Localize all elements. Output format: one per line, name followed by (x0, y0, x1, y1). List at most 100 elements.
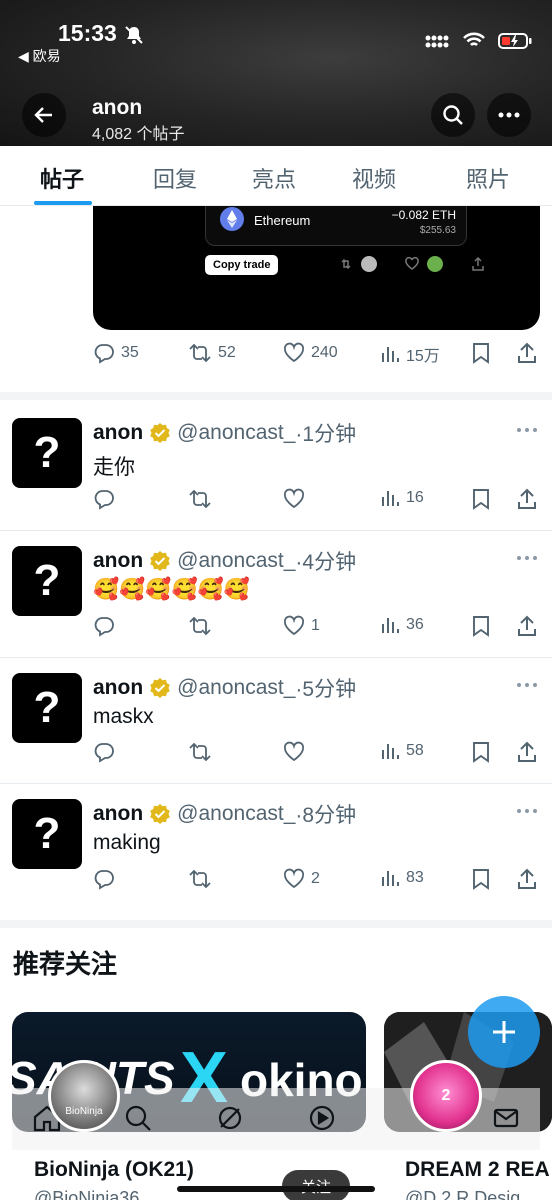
follow-button[interactable]: 关注 (282, 1170, 350, 1200)
like-button[interactable]: 2 (283, 868, 320, 890)
repost-button[interactable] (188, 741, 212, 763)
verified-badge-icon (150, 423, 170, 443)
bookmark-button[interactable] (472, 741, 490, 763)
heart-icon (283, 342, 305, 363)
profile-header: 15:33 ◀ 欧易 anon 4,082 个帖子 (0, 0, 552, 146)
tab-photos[interactable]: 照片 (466, 162, 510, 194)
more-icon[interactable] (516, 427, 538, 433)
search-icon[interactable] (124, 1104, 152, 1132)
search-icon (443, 105, 463, 125)
author-name[interactable]: anon (93, 802, 143, 826)
grok-icon[interactable] (216, 1104, 244, 1132)
reply-icon (94, 870, 114, 890)
share-button[interactable] (517, 488, 537, 510)
avatar[interactable]: ? (12, 418, 82, 488)
post-text: 🥰🥰🥰🥰🥰🥰 (93, 578, 250, 601)
repost-button[interactable] (188, 615, 212, 637)
views-chart-icon (382, 347, 399, 362)
signal-icon (424, 33, 450, 49)
avatar[interactable]: ? (12, 673, 82, 743)
media-attachment[interactable]: Ethereum −0.082 ETH $255.63 Copy trade (93, 206, 540, 330)
reply-button[interactable] (93, 488, 115, 510)
share-button[interactable] (517, 868, 537, 890)
post-text: making (93, 831, 161, 854)
messages-icon[interactable] (492, 1104, 520, 1132)
views-button[interactable]: 15万 (380, 342, 440, 366)
post-divider (0, 783, 552, 784)
more-icon[interactable] (516, 555, 538, 561)
post-actions: 35 52 240 15万 (93, 342, 538, 368)
view-count: 58 (406, 742, 424, 759)
more-button[interactable] (487, 93, 531, 137)
tab-highlights[interactable]: 亮点 (252, 162, 296, 194)
post-header: anon @anoncast_ ·8分钟 (93, 799, 356, 829)
like-button[interactable]: 1 (283, 615, 320, 637)
like-button[interactable] (283, 488, 311, 510)
share-button[interactable] (517, 615, 537, 637)
bookmark-button[interactable] (472, 868, 490, 890)
avatar[interactable]: ? (12, 546, 82, 616)
post-time: ·5分钟 (295, 678, 357, 701)
share-button[interactable] (517, 342, 537, 364)
avatar[interactable]: ? (12, 799, 82, 869)
home-indicator (177, 1186, 375, 1192)
reply-button[interactable] (93, 868, 115, 890)
active-tab-indicator (34, 201, 92, 205)
compose-button[interactable] (468, 996, 540, 1068)
bookmark-button[interactable] (472, 342, 490, 364)
profile-tabs: 帖子 回复 亮点 视频 照片 (0, 146, 552, 206)
author-handle[interactable]: @anoncast_ (177, 802, 295, 826)
author-handle[interactable]: @anoncast_ (177, 421, 295, 445)
tab-replies[interactable]: 回复 (153, 162, 197, 194)
avatar-caption: BioNinja (65, 1106, 103, 1117)
views-button[interactable]: 58 (380, 741, 424, 761)
more-icon[interactable] (516, 808, 538, 814)
recommended-handle: @BioNinja36 (34, 1188, 140, 1200)
reply-button[interactable]: 35 (93, 342, 139, 364)
reply-icon (94, 743, 114, 763)
share-icon (518, 868, 536, 889)
post-actions: 16 (93, 488, 538, 514)
video-icon[interactable] (308, 1104, 336, 1132)
view-count: 15万 (406, 348, 440, 365)
views-button[interactable]: 36 (380, 615, 424, 635)
like-button[interactable] (283, 741, 311, 763)
battery-charging-icon (498, 32, 532, 50)
repost-button[interactable] (188, 488, 212, 510)
post-count: 4,082 个帖子 (92, 126, 185, 143)
back-to-app-link[interactable]: ◀ 欧易 (18, 46, 61, 66)
bookmark-button[interactable] (472, 488, 490, 510)
views-button[interactable]: 83 (380, 868, 424, 888)
repost-button[interactable] (188, 868, 212, 890)
author-handle[interactable]: @anoncast_ (177, 676, 295, 700)
profile-name: anon (92, 96, 143, 119)
author-name[interactable]: anon (93, 421, 143, 445)
more-icon[interactable] (516, 682, 538, 688)
views-button[interactable]: 16 (380, 488, 424, 508)
author-name[interactable]: anon (93, 549, 143, 573)
tab-posts[interactable]: 帖子 (40, 162, 84, 194)
coin-amount: −0.082 ETH (391, 208, 456, 222)
post-text: 走你 (93, 456, 135, 479)
recommended-name[interactable]: BioNinja (OK21) (34, 1158, 194, 1182)
section-divider (0, 920, 552, 928)
like-button[interactable]: 240 (283, 342, 338, 364)
recommended-avatar[interactable]: BioNinja (48, 1060, 120, 1132)
share-icon (518, 488, 536, 509)
tab-videos[interactable]: 视频 (352, 162, 396, 194)
author-name[interactable]: anon (93, 676, 143, 700)
section-divider (0, 392, 552, 400)
search-button[interactable] (431, 93, 475, 137)
recommended-name[interactable]: DREAM 2 REA (405, 1158, 550, 1182)
share-icon (518, 741, 536, 762)
back-button[interactable] (22, 93, 66, 137)
share-button[interactable] (517, 741, 537, 763)
view-count: 36 (406, 616, 424, 633)
author-handle[interactable]: @anoncast_ (177, 549, 295, 573)
avatar-caption: 2 (441, 1087, 451, 1104)
recommended-avatar[interactable]: 2 (410, 1060, 482, 1132)
reply-button[interactable] (93, 741, 115, 763)
bookmark-button[interactable] (472, 615, 490, 637)
reply-button[interactable] (93, 615, 115, 637)
repost-button[interactable]: 52 (188, 342, 236, 364)
